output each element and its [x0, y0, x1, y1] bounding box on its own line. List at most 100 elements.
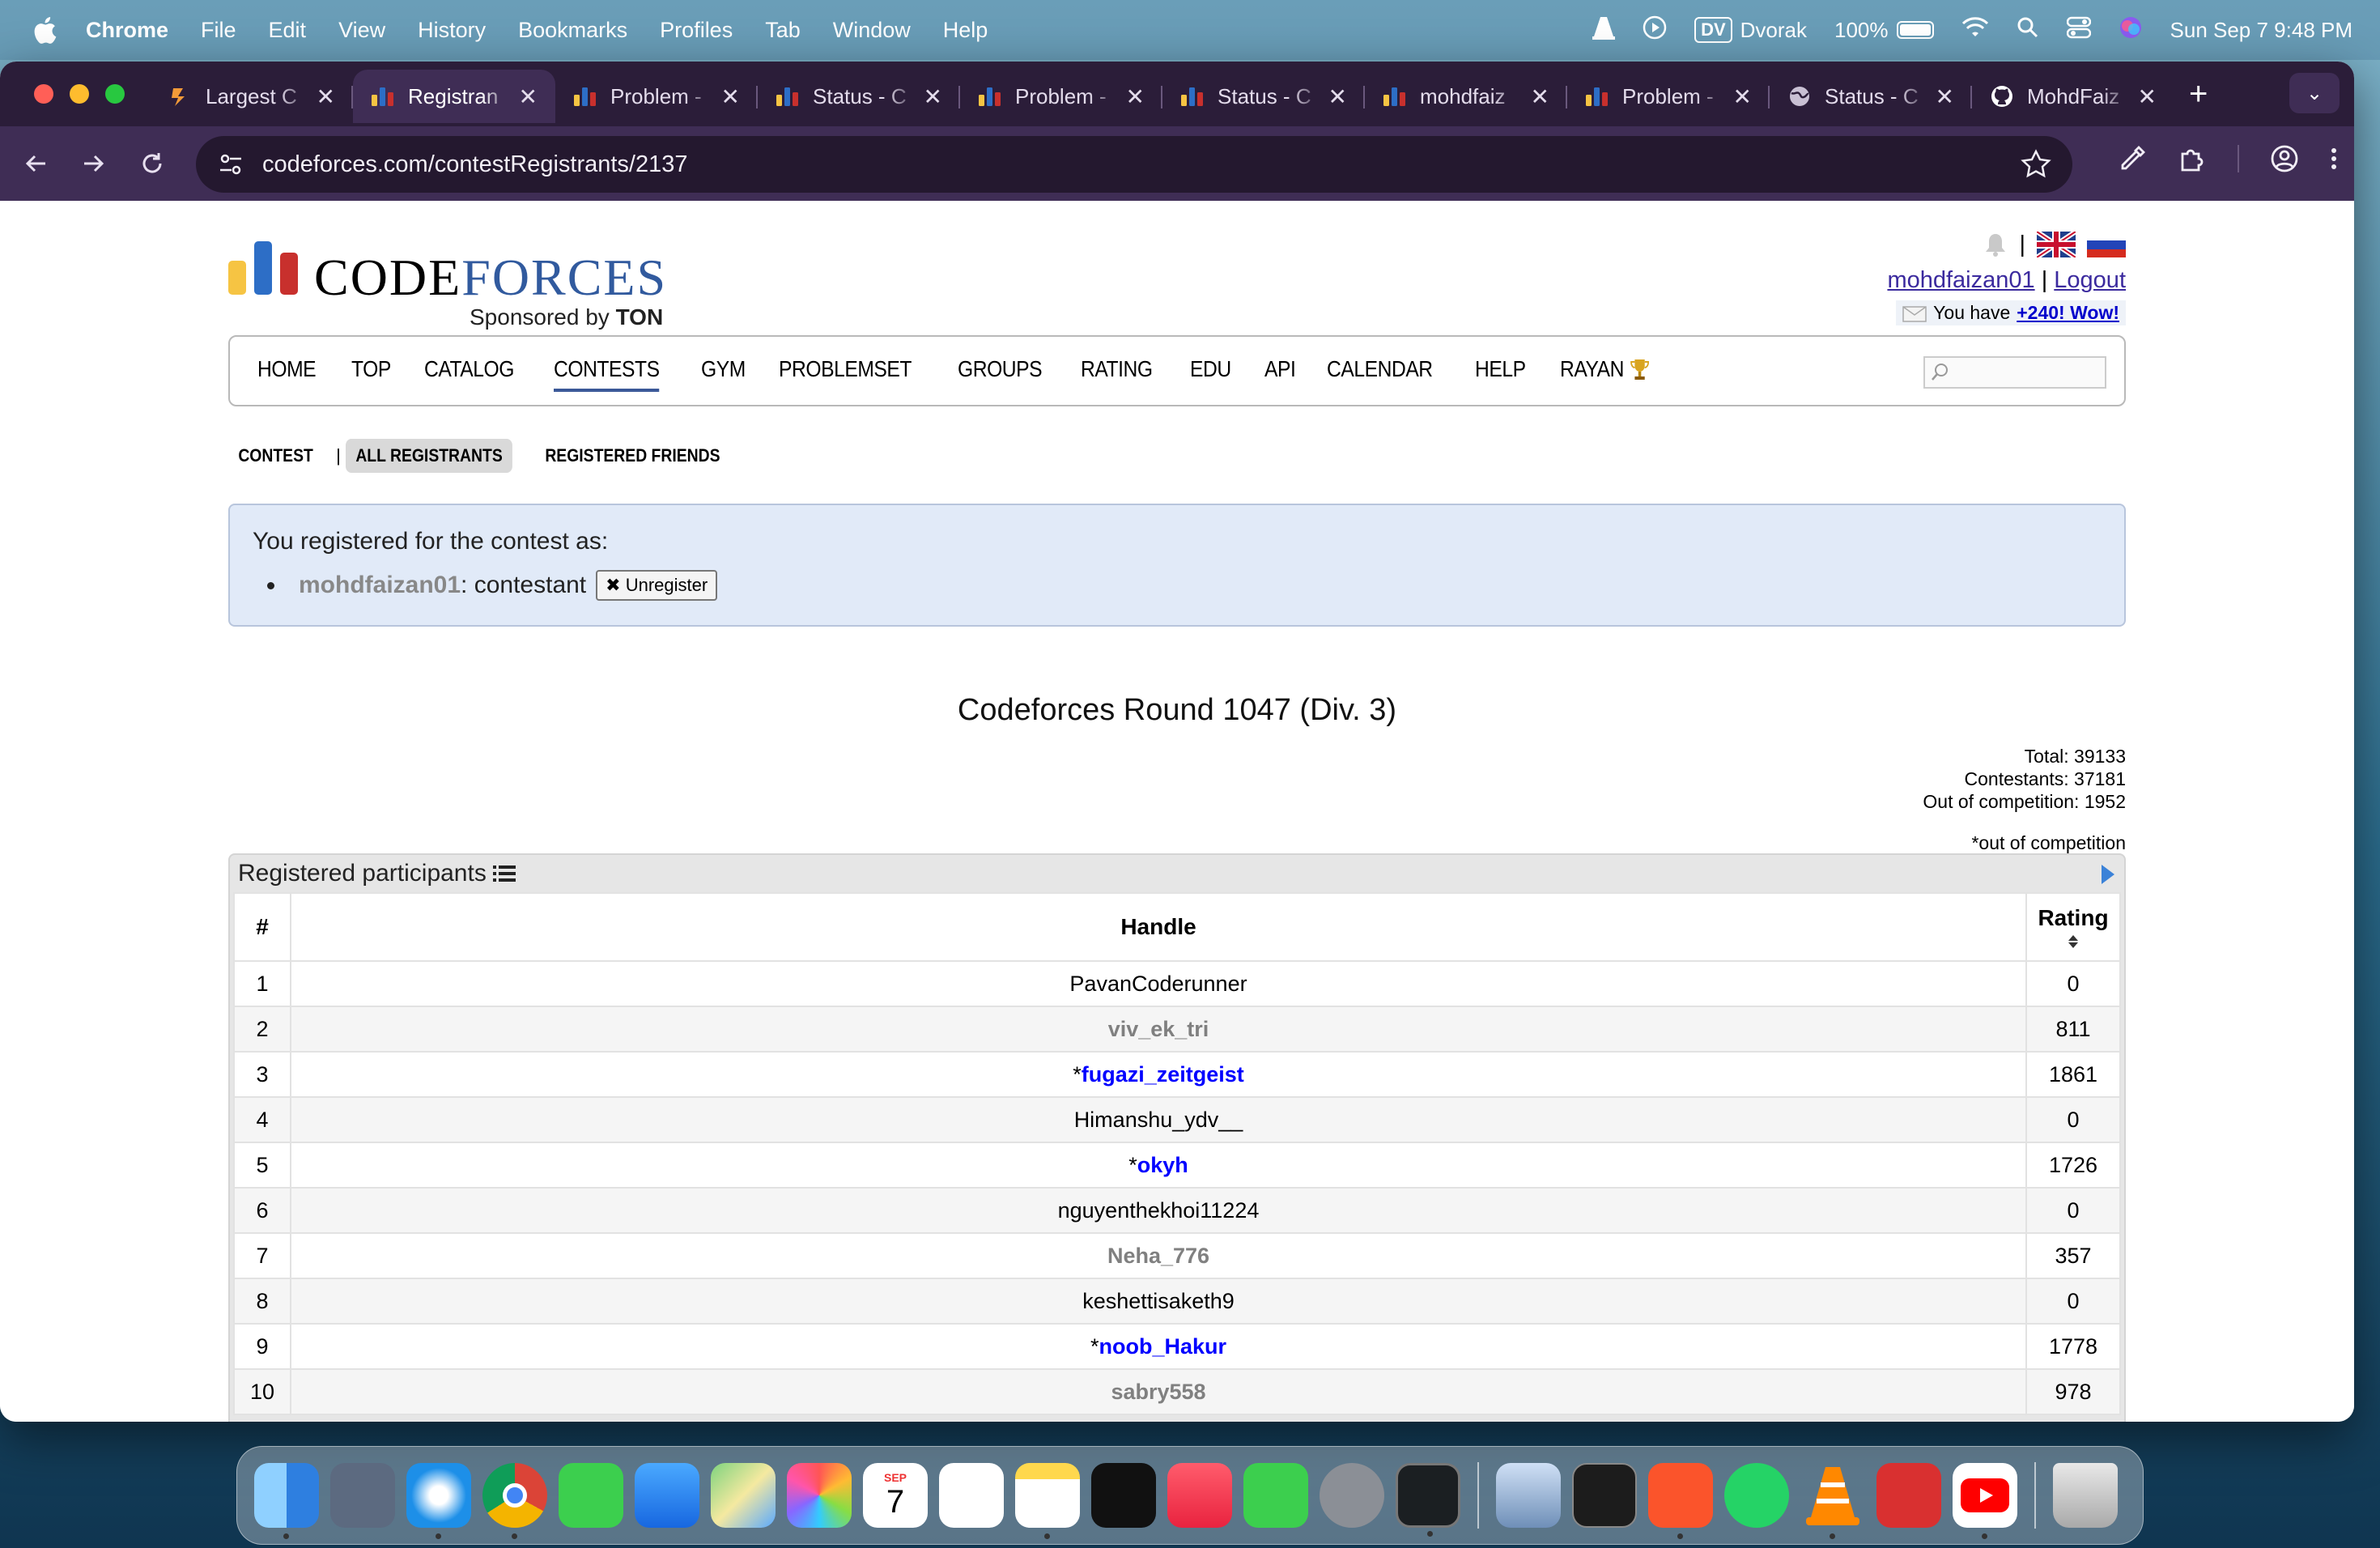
menu-catalog[interactable]: CATALOG: [424, 356, 514, 385]
registered-handle[interactable]: mohdfaizan01: [299, 572, 461, 599]
trash-icon[interactable]: [2053, 1463, 2118, 1528]
preview-icon[interactable]: [1496, 1463, 1561, 1528]
next-page-arrow-icon[interactable]: [2102, 865, 2114, 884]
tab-close-icon[interactable]: ✕: [1126, 83, 1145, 110]
menu-gym[interactable]: GYM: [701, 356, 746, 385]
tab-3[interactable]: Status - C ✕: [758, 70, 960, 123]
tab-close-icon[interactable]: ✕: [1531, 83, 1549, 110]
menu-clock[interactable]: Sun Sep 7 9:48 PM: [2170, 18, 2352, 43]
tab-8[interactable]: Status - C ✕: [1770, 70, 1972, 123]
menu-top[interactable]: TOP: [351, 356, 391, 385]
vlc-icon[interactable]: [1800, 1463, 1865, 1539]
tab-6[interactable]: mohdfaiz ✕: [1365, 70, 1567, 123]
tab-7[interactable]: Problem - ✕: [1567, 70, 1770, 123]
tab-close-icon[interactable]: ✕: [721, 83, 740, 110]
forward-button[interactable]: [78, 147, 110, 180]
handle-link[interactable]: noob_Hakur: [1099, 1334, 1226, 1359]
tab-close-icon[interactable]: ✕: [519, 83, 538, 110]
chrome-icon[interactable]: [482, 1463, 547, 1539]
handle-link[interactable]: sabry558: [1111, 1380, 1205, 1404]
menu-contests[interactable]: CONTESTS: [553, 356, 660, 392]
bookmark-star-icon[interactable]: [2021, 149, 2051, 180]
search-input[interactable]: [1923, 356, 2106, 389]
new-tab-button[interactable]: +: [2189, 76, 2208, 126]
brave-icon[interactable]: [1648, 1463, 1713, 1539]
logout-link[interactable]: Logout: [2054, 267, 2126, 293]
menu-help[interactable]: HELP: [1475, 356, 1526, 385]
tab-1[interactable]: Registran ✕: [353, 70, 555, 123]
handle-link[interactable]: Neha_776: [1107, 1244, 1209, 1268]
facetime-icon[interactable]: [1243, 1463, 1308, 1528]
menu-problemset[interactable]: PROBLEMSET: [779, 356, 912, 385]
maps-icon[interactable]: [711, 1463, 776, 1528]
wifi-icon[interactable]: [1961, 16, 1989, 44]
menu-edit[interactable]: Edit: [269, 18, 307, 43]
english-flag-icon[interactable]: [2037, 232, 2076, 257]
siri-icon[interactable]: [2119, 15, 2143, 45]
second-menu-contest[interactable]: CONTEST: [228, 439, 323, 473]
vlc-status-icon[interactable]: [1592, 15, 1616, 45]
back-button[interactable]: [19, 147, 52, 180]
tab-0[interactable]: Largest C ✕: [151, 70, 353, 123]
unregister-button[interactable]: ✖ Unregister: [596, 570, 718, 601]
extensions-icon[interactable]: [2178, 144, 2207, 173]
tab-close-icon[interactable]: ✕: [924, 83, 942, 110]
eyedropper-icon[interactable]: [2118, 144, 2147, 173]
launchpad-icon[interactable]: [330, 1463, 395, 1528]
spotlight-search-icon[interactable]: [2017, 16, 2039, 45]
keyboard-layout[interactable]: DV Dvorak: [1694, 17, 1807, 43]
photos-icon[interactable]: [787, 1463, 852, 1528]
notes-icon[interactable]: [1015, 1463, 1080, 1539]
menu-app-name[interactable]: Chrome: [86, 18, 168, 43]
messages-icon[interactable]: [559, 1463, 623, 1528]
system-settings-icon[interactable]: [1320, 1463, 1384, 1528]
music-icon[interactable]: [1167, 1463, 1232, 1528]
tab-close-icon[interactable]: ✕: [2138, 83, 2157, 110]
calendar-icon[interactable]: SEP 7: [863, 1463, 928, 1528]
handle-link[interactable]: nguyenthekhoi11224: [1058, 1198, 1260, 1223]
url-text[interactable]: codeforces.com/contestRegistrants/2137: [262, 151, 688, 178]
handle-link[interactable]: viv_ek_tri: [1108, 1017, 1209, 1041]
safari-icon[interactable]: [406, 1463, 471, 1539]
site-info-icon[interactable]: [217, 151, 244, 178]
second-menu-registered-friends[interactable]: REGISTERED FRIENDS: [535, 439, 730, 473]
menu-rayan[interactable]: RAYAN: [1560, 356, 1651, 385]
codeforces-logo[interactable]: CODEFORCES Sponsored by TON: [228, 241, 682, 330]
tab-9[interactable]: MohdFaiz ✕: [1972, 70, 2174, 123]
control-center-icon[interactable]: [2066, 16, 2091, 45]
list-icon[interactable]: [492, 864, 516, 883]
menu-help[interactable]: Help: [943, 18, 988, 43]
more-menu-icon[interactable]: [2330, 144, 2338, 173]
menu-file[interactable]: File: [201, 18, 236, 43]
photo-booth-icon[interactable]: [1876, 1463, 1941, 1528]
menu-api[interactable]: API: [1264, 356, 1296, 385]
handle-link[interactable]: PavanCoderunner: [1069, 972, 1247, 996]
menu-calendar[interactable]: CALENDAR: [1327, 356, 1433, 385]
tab-close-icon[interactable]: ✕: [1936, 83, 1954, 110]
play-circle-icon[interactable]: [1643, 15, 1667, 45]
tab-close-icon[interactable]: ✕: [1733, 83, 1752, 110]
activity-monitor-icon[interactable]: [1396, 1463, 1460, 1537]
apple-tv-icon[interactable]: [1091, 1463, 1156, 1528]
menu-view[interactable]: View: [338, 18, 385, 43]
tab-close-icon[interactable]: ✕: [1328, 83, 1347, 110]
menu-window[interactable]: Window: [833, 18, 911, 43]
menu-history[interactable]: History: [418, 18, 486, 43]
handle-link[interactable]: okyh: [1137, 1153, 1188, 1177]
tab-5[interactable]: Status - C ✕: [1162, 70, 1365, 123]
tab-search-button[interactable]: ⌄: [2289, 73, 2340, 113]
handle-link[interactable]: fugazi_zeitgeist: [1082, 1062, 1244, 1087]
message-link[interactable]: +240! Wow!: [2017, 302, 2119, 324]
reload-button[interactable]: [136, 147, 168, 180]
terminal-icon[interactable]: [1572, 1463, 1637, 1528]
second-menu-all-registrants[interactable]: ALL REGISTRANTS: [345, 439, 512, 473]
menu-tab[interactable]: Tab: [765, 18, 801, 43]
profile-link[interactable]: mohdfaizan01: [1887, 267, 2034, 293]
menu-groups[interactable]: GROUPS: [958, 356, 1043, 385]
zoom-window-button[interactable]: [105, 84, 125, 104]
notification-bell-icon[interactable]: [1983, 231, 2008, 258]
finder-icon[interactable]: [254, 1463, 319, 1539]
sort-icon[interactable]: [2068, 934, 2079, 949]
tab-4[interactable]: Problem - ✕: [960, 70, 1162, 123]
profile-icon[interactable]: [2270, 144, 2299, 173]
